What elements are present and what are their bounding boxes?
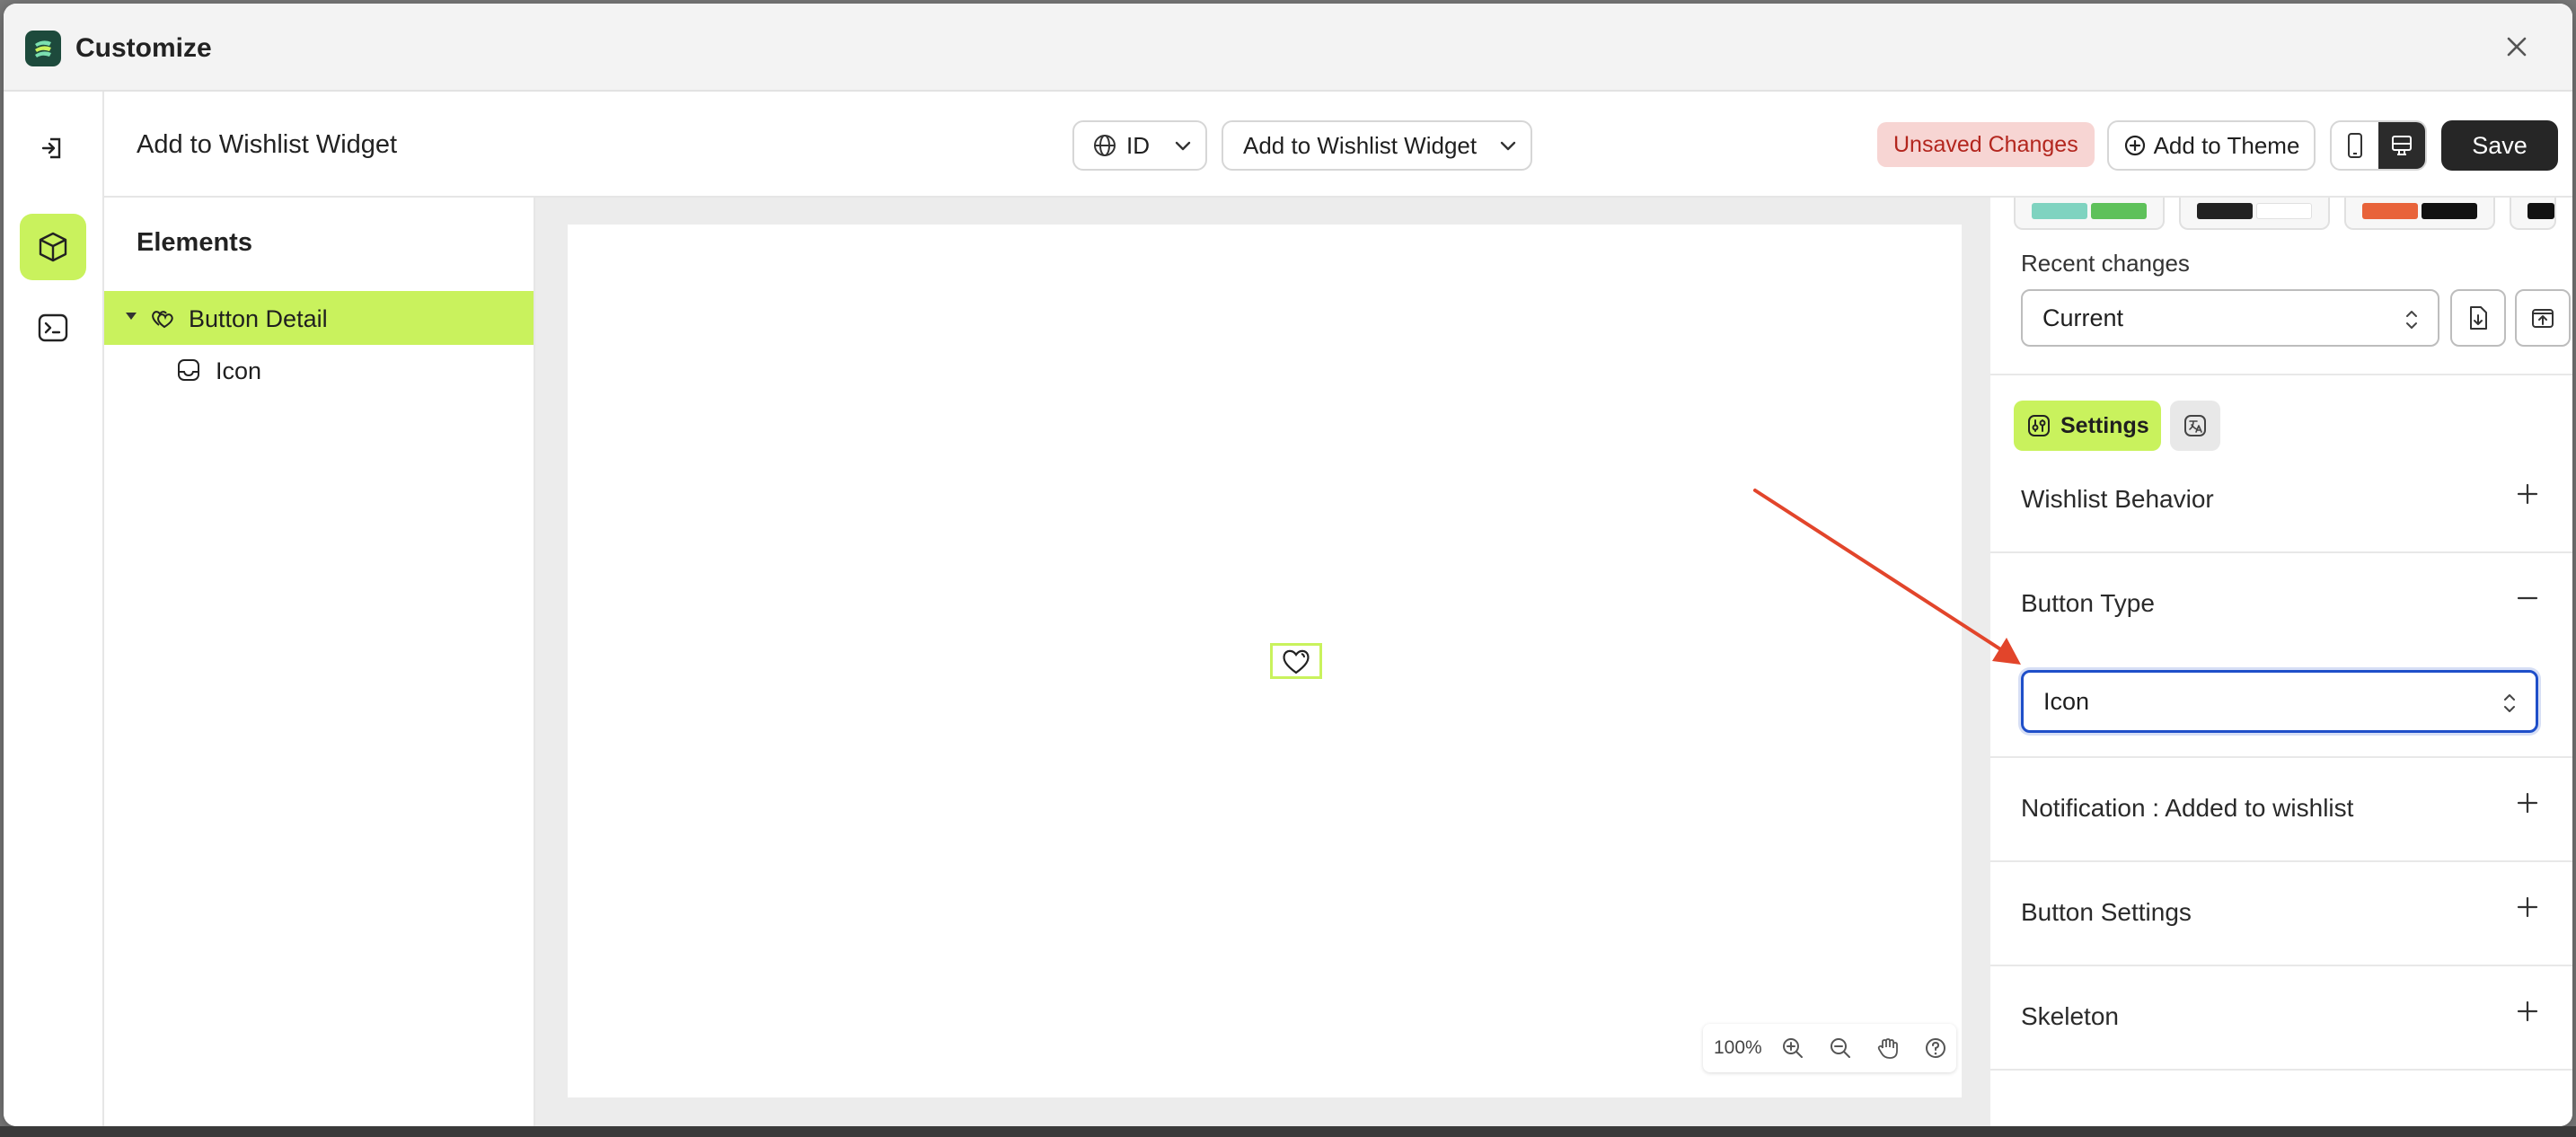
tree-item-icon[interactable]: Icon bbox=[104, 343, 534, 397]
help-icon[interactable] bbox=[1916, 1027, 1956, 1069]
divider bbox=[1990, 965, 2572, 966]
plus-icon[interactable] bbox=[2515, 999, 2540, 1024]
settings-sliders-icon bbox=[2028, 415, 2050, 436]
customize-window: Customize Add to Wishlist Widget ID Add … bbox=[4, 4, 2572, 1126]
globe-icon bbox=[1094, 135, 1116, 156]
zoom-controls: 100% bbox=[1703, 1024, 1956, 1072]
divider bbox=[1990, 1069, 2572, 1071]
theme-swatch[interactable] bbox=[2014, 198, 2165, 230]
section-button-type[interactable]: Button Type bbox=[2021, 589, 2155, 618]
tab-settings-label: Settings bbox=[2060, 412, 2149, 438]
plus-icon[interactable] bbox=[2515, 481, 2540, 507]
heart-group-icon bbox=[152, 311, 173, 329]
zoom-level: 100% bbox=[1714, 1037, 1762, 1058]
section-notification[interactable]: Notification : Added to wishlist bbox=[2021, 794, 2353, 823]
tree-item-label: Icon bbox=[216, 357, 262, 384]
mobile-view-icon[interactable] bbox=[2332, 122, 2378, 169]
theme-swatch[interactable] bbox=[2179, 198, 2330, 230]
window-title: Customize bbox=[75, 33, 212, 63]
top-toolbar: Add to Wishlist Widget ID Add to Wishlis… bbox=[104, 92, 2572, 198]
theme-swatch[interactable] bbox=[2344, 198, 2495, 230]
swatch-color bbox=[2527, 203, 2554, 219]
divider bbox=[1990, 551, 2572, 553]
unsaved-changes-badge: Unsaved Changes bbox=[1877, 122, 2095, 167]
widget-select-value: Add to Wishlist Widget bbox=[1243, 131, 1478, 159]
elements-panel: Elements Button Detail Icon bbox=[104, 198, 535, 1126]
exit-icon[interactable] bbox=[20, 115, 86, 181]
hand-pan-icon[interactable] bbox=[1868, 1027, 1909, 1069]
swatch-color bbox=[2032, 203, 2087, 219]
add-to-theme-label: Add to Theme bbox=[2153, 131, 2300, 159]
title-bar: Customize bbox=[4, 4, 2572, 92]
tab-translate[interactable] bbox=[2170, 401, 2220, 451]
add-to-theme-button[interactable]: Add to Theme bbox=[2107, 120, 2316, 171]
settings-panel: Recent changes Current Settings Wishlist… bbox=[1990, 198, 2572, 1126]
elements-title: Elements bbox=[137, 228, 252, 257]
caret-down-icon[interactable] bbox=[126, 313, 137, 320]
wishlist-heart-button[interactable] bbox=[1270, 643, 1322, 679]
plus-icon[interactable] bbox=[2515, 895, 2540, 920]
device-toggle bbox=[2330, 120, 2427, 171]
divider bbox=[1990, 374, 2572, 375]
tab-settings[interactable]: Settings bbox=[2014, 401, 2161, 451]
recent-changes-value: Current bbox=[2042, 304, 2124, 331]
button-type-value: Icon bbox=[2043, 687, 2090, 715]
chevron-down-icon bbox=[1500, 141, 1516, 151]
save-button[interactable]: Save bbox=[2441, 120, 2558, 171]
section-skeleton[interactable]: Skeleton bbox=[2021, 1002, 2119, 1031]
tree-item-button-detail[interactable]: Button Detail bbox=[104, 291, 534, 345]
plus-circle-icon bbox=[2124, 135, 2145, 156]
updown-chevron-icon bbox=[2406, 311, 2417, 329]
chevron-down-icon bbox=[1175, 141, 1191, 151]
canvas-area: 100% bbox=[535, 198, 1990, 1126]
swatch-color bbox=[2422, 203, 2477, 219]
divider bbox=[1990, 756, 2572, 758]
heart-icon bbox=[1283, 649, 1310, 674]
recent-changes-select[interactable]: Current bbox=[2021, 289, 2439, 347]
section-button-settings[interactable]: Button Settings bbox=[2021, 898, 2192, 927]
theme-swatch[interactable] bbox=[2510, 198, 2556, 230]
divider bbox=[1990, 860, 2572, 862]
language-select[interactable]: ID bbox=[1072, 120, 1207, 171]
swatch-color bbox=[2362, 203, 2418, 219]
desktop-strip bbox=[0, 1126, 2576, 1137]
page-name: Add to Wishlist Widget bbox=[137, 130, 398, 159]
elements-cube-icon[interactable] bbox=[20, 214, 86, 280]
preview-canvas[interactable]: 100% bbox=[568, 225, 1962, 1097]
swatch-color bbox=[2091, 203, 2147, 219]
tree-item-label: Button Detail bbox=[189, 305, 328, 332]
desktop-view-icon[interactable] bbox=[2378, 122, 2425, 169]
minus-icon[interactable] bbox=[2515, 586, 2540, 611]
zoom-out-icon[interactable] bbox=[1820, 1027, 1860, 1069]
plus-icon[interactable] bbox=[2515, 790, 2540, 815]
import-file-icon[interactable] bbox=[2450, 289, 2506, 347]
translate-icon bbox=[2184, 415, 2206, 436]
left-rail bbox=[4, 92, 104, 1126]
zoom-in-icon[interactable] bbox=[1772, 1027, 1813, 1069]
export-icon[interactable] bbox=[2515, 289, 2571, 347]
button-type-select[interactable]: Icon bbox=[2021, 670, 2538, 733]
updown-chevron-icon bbox=[2504, 694, 2515, 712]
recent-changes-label: Recent changes bbox=[2021, 250, 2190, 277]
swatch-color bbox=[2197, 203, 2253, 219]
swatch-color bbox=[2256, 203, 2312, 219]
app-logo-icon bbox=[25, 31, 61, 66]
section-wishlist-behavior[interactable]: Wishlist Behavior bbox=[2021, 485, 2214, 514]
inbox-icon bbox=[178, 359, 199, 381]
language-value: ID bbox=[1126, 131, 1150, 159]
code-terminal-icon[interactable] bbox=[20, 295, 86, 361]
widget-select[interactable]: Add to Wishlist Widget bbox=[1222, 120, 1532, 171]
close-icon[interactable] bbox=[2501, 31, 2533, 63]
